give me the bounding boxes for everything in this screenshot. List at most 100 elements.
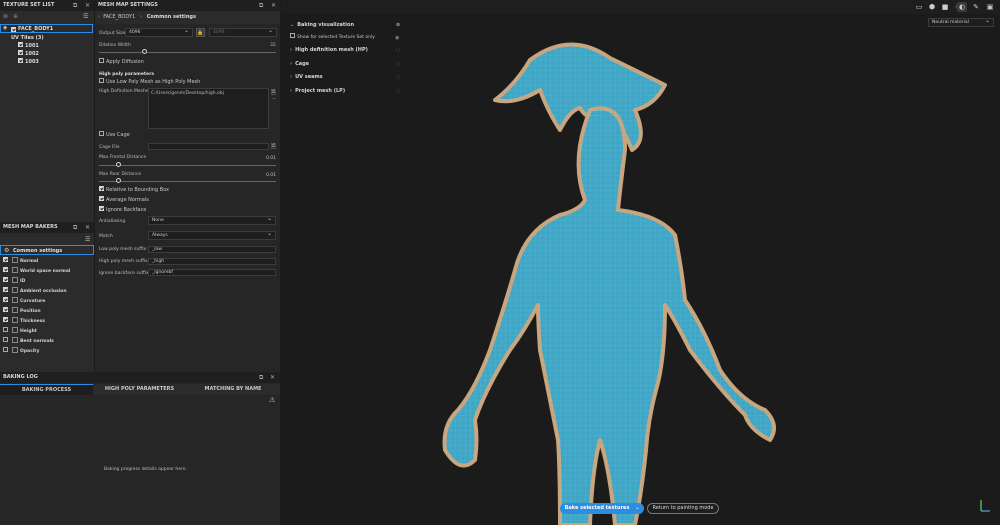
baker-checkbox[interactable] <box>3 347 8 352</box>
baker-item[interactable]: Ambient occlusion <box>3 286 67 297</box>
use-low-poly-checkbox[interactable] <box>99 78 104 83</box>
cube-icon[interactable]: ⬢ <box>927 2 937 12</box>
antialiasing-dropdown[interactable]: None <box>148 215 276 225</box>
ignore-suffix-field[interactable]: _ignorebf <box>148 269 276 276</box>
section-project-mesh[interactable]: › Project mesh (LP) ◌ <box>290 88 400 94</box>
baker-checkbox[interactable] <box>3 267 8 272</box>
baker-checkbox[interactable] <box>3 297 8 302</box>
max-frontal-slider-track[interactable] <box>99 165 276 166</box>
uv-tile-row[interactable]: 1001 <box>18 42 39 49</box>
uv-tile-checkbox[interactable] <box>18 58 23 63</box>
file-icon[interactable]: 🗎 <box>271 142 276 152</box>
tab-matching-by-name[interactable]: MATCHING BY NAME <box>186 384 280 395</box>
section-cage[interactable]: › Cage ◌ <box>290 61 400 67</box>
warning-icon[interactable]: ⚠ <box>269 396 275 404</box>
close-icon[interactable]: ✕ <box>85 222 90 233</box>
breadcrumb-item[interactable]: FACE_BODY1 <box>103 14 135 20</box>
relative-bbox-row[interactable]: Relative to Bounding Box <box>99 185 169 195</box>
apply-diffusion-row[interactable]: Apply Diffusion <box>99 57 144 67</box>
menu-icon[interactable]: ☰ <box>83 13 88 20</box>
max-frontal-slider-knob[interactable] <box>116 162 121 167</box>
camera-icon[interactable]: ■ <box>940 2 950 12</box>
baker-item[interactable]: Opacity <box>3 346 39 357</box>
cage-file-field[interactable] <box>148 143 269 150</box>
tab-baking-process[interactable]: BAKING PROCESS <box>0 384 93 395</box>
use-cage-row[interactable]: Use Cage <box>99 130 130 140</box>
eye-icon[interactable]: ◌ <box>396 74 400 80</box>
breadcrumb-item[interactable]: Common settings <box>147 14 196 20</box>
eye-off-icon[interactable]: ⊘ <box>396 22 400 28</box>
baker-checkbox[interactable] <box>3 287 8 292</box>
eye-icon[interactable]: ◉ <box>395 35 399 41</box>
texture-set-checkbox[interactable] <box>11 27 16 32</box>
section-uv-seams[interactable]: › UV seams ◌ <box>290 74 400 80</box>
close-icon[interactable]: ✕ <box>271 0 276 11</box>
uv-tile-row[interactable]: 1003 <box>18 58 39 65</box>
character-mesh[interactable] <box>420 30 800 525</box>
uv-tile-row[interactable]: 1002 <box>18 50 39 57</box>
eye-icon[interactable]: ◌ <box>396 88 400 94</box>
max-rear-slider-track[interactable] <box>99 181 276 182</box>
uv-tile-checkbox[interactable] <box>18 50 23 55</box>
max-rear-slider-knob[interactable] <box>116 178 121 183</box>
baker-item[interactable]: Curvature <box>3 296 45 307</box>
use-low-poly-row[interactable]: Use Low Poly Mesh as High Poly Mesh <box>99 77 200 87</box>
baker-item[interactable]: Bent normals <box>3 336 54 347</box>
baker-item[interactable]: ID <box>3 276 25 287</box>
match-dropdown[interactable]: Always <box>148 230 276 240</box>
minus-icon[interactable]: − <box>272 96 276 102</box>
settings-icon[interactable]: ⊗ <box>3 13 8 20</box>
baker-checkbox[interactable] <box>3 327 8 332</box>
high-suffix-field[interactable]: _high <box>148 258 276 265</box>
lock-icon[interactable]: 🔒 <box>196 28 205 37</box>
show-selected-row[interactable]: Show for selected Texture Set only <box>290 33 375 43</box>
baker-checkbox[interactable] <box>3 317 8 322</box>
tab-high-poly-parameters[interactable]: HIGH POLY PARAMETERS <box>93 384 186 395</box>
screenshot-icon[interactable]: ▣ <box>985 2 995 12</box>
eye-icon[interactable]: ◌ <box>396 47 400 53</box>
bake-button[interactable]: Bake selected textures ⌄ <box>560 503 644 514</box>
eye-icon[interactable]: ◌ <box>396 61 400 67</box>
close-icon[interactable]: ✕ <box>270 372 275 383</box>
baker-checkbox[interactable] <box>3 337 8 342</box>
chevron-down-icon[interactable]: ⌄ <box>635 505 639 511</box>
apply-diffusion-checkbox[interactable] <box>99 58 104 63</box>
menu-icon[interactable]: ☰ <box>85 236 90 243</box>
baker-item[interactable]: Position <box>3 306 41 317</box>
relative-bbox-checkbox[interactable] <box>99 186 104 191</box>
visibility-icon[interactable]: ◉ <box>3 25 7 31</box>
use-cage-checkbox[interactable] <box>99 131 104 136</box>
undock-icon[interactable]: ⧉ <box>73 0 77 11</box>
undock-icon[interactable]: ⧉ <box>73 222 77 233</box>
close-icon[interactable]: ✕ <box>85 0 90 11</box>
texture-set-item[interactable]: ◉ FACE_BODY1 <box>0 24 93 33</box>
baker-item[interactable]: Normal <box>3 256 38 267</box>
dilation-slider-knob[interactable] <box>142 49 147 54</box>
baker-checkbox[interactable] <box>3 307 8 312</box>
undock-icon[interactable]: ⧉ <box>259 0 263 11</box>
return-to-painting-button[interactable]: Return to painting mode <box>647 503 719 514</box>
output-size-dropdown[interactable]: 4096 <box>125 27 193 37</box>
common-settings-item[interactable]: ⚙ Common settings <box>0 245 94 255</box>
average-normals-checkbox[interactable] <box>99 196 104 201</box>
show-selected-checkbox[interactable] <box>290 33 295 38</box>
baker-item[interactable]: World space normal <box>3 266 70 277</box>
frame-icon[interactable]: ▭ <box>914 2 924 12</box>
ignore-backface-row[interactable]: Ignore Backface <box>99 205 146 215</box>
hd-mesh-path[interactable]: C:/Users/genm/Desktop/high.obj <box>151 91 224 96</box>
baker-checkbox[interactable] <box>3 257 8 262</box>
uv-tile-checkbox[interactable] <box>18 42 23 47</box>
material-dropdown[interactable]: Neutral material <box>928 17 994 27</box>
ignore-backface-checkbox[interactable] <box>99 206 104 211</box>
bake-mode-icon[interactable]: ◐ <box>957 2 967 12</box>
average-normals-row[interactable]: Average Normals <box>99 195 149 205</box>
low-suffix-field[interactable]: _low <box>148 246 276 253</box>
undock-icon[interactable]: ⧉ <box>259 372 263 383</box>
section-high-definition-mesh[interactable]: › High definition mesh (HP) ◌ <box>290 47 400 53</box>
brush-icon[interactable]: ✎ <box>971 2 981 12</box>
baker-item[interactable]: Thickness <box>3 316 45 327</box>
dilation-slider-track[interactable] <box>99 52 276 53</box>
uv-tiles-label[interactable]: UV Tiles (3) <box>11 35 44 41</box>
section-baking-visualization[interactable]: ⌄ Baking visualization ⊘ <box>290 22 400 28</box>
hd-meshes-list[interactable]: C:/Users/genm/Desktop/high.obj <box>148 88 269 129</box>
